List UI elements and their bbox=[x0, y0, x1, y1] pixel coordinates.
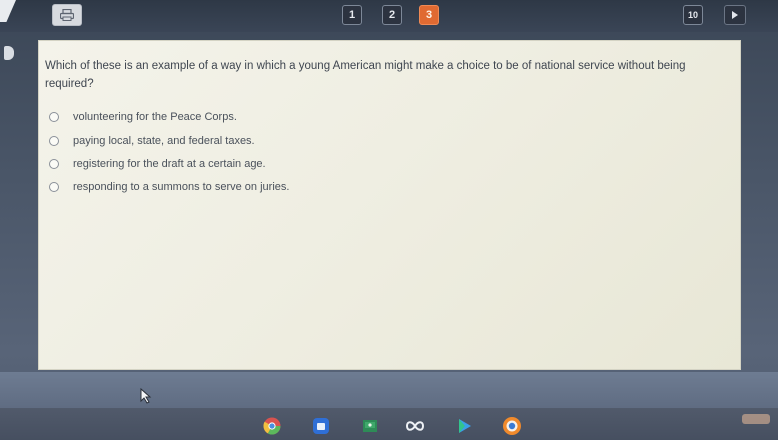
mouse-cursor-icon bbox=[140, 388, 152, 404]
play-store-icon[interactable] bbox=[455, 416, 475, 436]
play-arrow-icon bbox=[732, 11, 738, 19]
answer-option-2[interactable]: paying local, state, and federal taxes. bbox=[49, 135, 255, 147]
answer-option-label: responding to a summons to serve on juri… bbox=[73, 181, 290, 193]
radio-button[interactable] bbox=[49, 112, 59, 122]
radio-button[interactable] bbox=[49, 159, 59, 169]
question-card: Which of these is an example of a way in… bbox=[38, 40, 741, 370]
answer-option-label: registering for the draft at a certain a… bbox=[73, 158, 266, 170]
question-number-3[interactable]: 3 bbox=[419, 5, 439, 25]
window-corner bbox=[0, 0, 16, 22]
print-button[interactable] bbox=[52, 4, 82, 26]
status-tray[interactable] bbox=[742, 414, 770, 424]
answer-option-label: volunteering for the Peace Corps. bbox=[73, 111, 237, 123]
files-icon[interactable] bbox=[311, 416, 331, 436]
question-text: Which of these is an example of a way in… bbox=[45, 60, 686, 90]
chrome-icon[interactable] bbox=[262, 416, 282, 436]
radio-button[interactable] bbox=[49, 182, 59, 192]
side-tab[interactable] bbox=[4, 46, 14, 60]
answer-option-1[interactable]: volunteering for the Peace Corps. bbox=[49, 111, 237, 123]
question-number-10[interactable]: 10 bbox=[683, 5, 703, 25]
printer-icon bbox=[60, 9, 74, 21]
camera-icon[interactable] bbox=[502, 416, 522, 436]
next-button[interactable] bbox=[724, 5, 746, 25]
answer-option-3[interactable]: registering for the draft at a certain a… bbox=[49, 158, 266, 170]
top-navigation-bar: 1 2 3 10 bbox=[0, 0, 778, 32]
bottom-band bbox=[0, 372, 778, 408]
taskbar-shelf bbox=[0, 408, 778, 440]
question-number-2[interactable]: 2 bbox=[382, 5, 402, 25]
answer-option-4[interactable]: responding to a summons to serve on juri… bbox=[49, 181, 289, 193]
screen: 1 2 3 10 Which of these is an example of… bbox=[0, 0, 778, 440]
radio-button[interactable] bbox=[49, 136, 59, 146]
classroom-icon[interactable] bbox=[360, 416, 380, 436]
answer-option-label: paying local, state, and federal taxes. bbox=[73, 135, 255, 147]
infinity-icon[interactable] bbox=[405, 416, 425, 436]
question-number-1[interactable]: 1 bbox=[342, 5, 362, 25]
